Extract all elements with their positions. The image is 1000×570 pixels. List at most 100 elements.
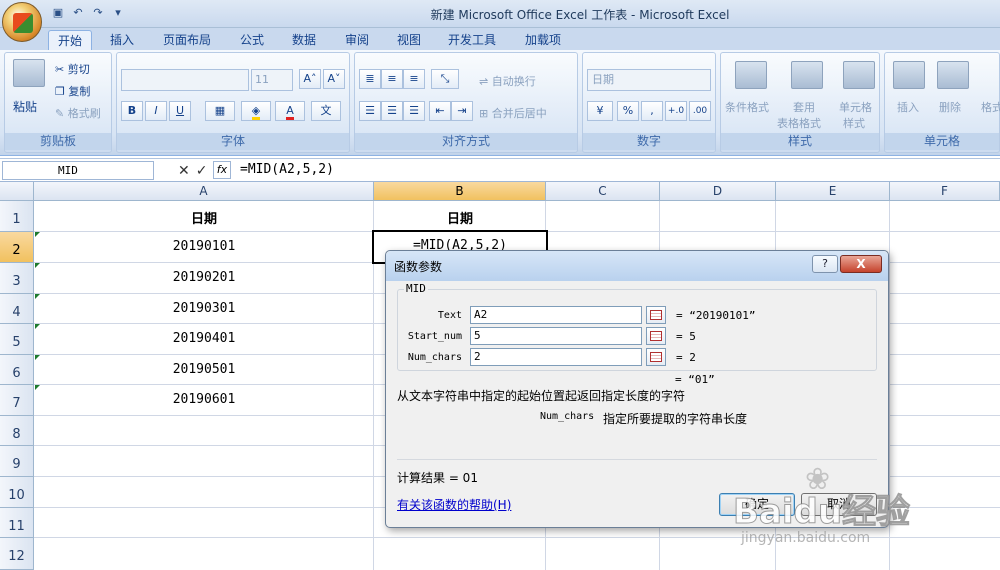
range-select-icon (650, 331, 662, 341)
tab-data[interactable]: 数据 (282, 30, 326, 50)
row-header-3[interactable]: 3 (0, 263, 34, 294)
help-link[interactable]: 有关该函数的帮助(H) (397, 496, 511, 513)
arg-input-text[interactable]: A2 (470, 306, 642, 324)
column-header-a[interactable]: A (34, 182, 374, 201)
range-select-icon (650, 352, 662, 362)
decrease-indent-button[interactable]: ⇤ (429, 101, 451, 121)
cut-button[interactable]: ✂ 剪切 (55, 61, 90, 77)
row-header-5[interactable]: 5 (0, 324, 34, 355)
cell-a4[interactable]: 20190301 (34, 301, 374, 316)
grow-font-button[interactable]: A˄ (299, 69, 321, 89)
office-button[interactable] (2, 2, 42, 42)
copy-button[interactable]: ❐ 复制 (55, 83, 90, 99)
column-header-f[interactable]: F (890, 182, 1000, 201)
increase-indent-button[interactable]: ⇥ (451, 101, 473, 121)
cell-a6[interactable]: 20190501 (34, 362, 374, 377)
wrap-text-button[interactable]: ⇌ 自动换行 (479, 73, 536, 89)
decrease-decimal-button[interactable]: .00 (689, 101, 711, 121)
percent-button[interactable]: % (617, 101, 639, 121)
insert-function-button[interactable]: fx (213, 161, 231, 179)
name-box[interactable]: MID (2, 161, 154, 180)
cell-a2[interactable]: 20190101 (34, 239, 374, 254)
increase-decimal-button[interactable]: +.0 (665, 101, 687, 121)
tab-developer[interactable]: 开发工具 (440, 30, 504, 50)
align-middle-button[interactable]: ≡ (381, 69, 403, 89)
select-all-corner[interactable] (0, 182, 34, 201)
bold-button[interactable]: B (121, 101, 143, 121)
watermark-text: Baidu经验 (732, 492, 911, 533)
column-header-c[interactable]: C (546, 182, 660, 201)
cell-a1[interactable]: 日期 (34, 208, 374, 227)
tab-page-layout[interactable]: 页面布局 (155, 30, 219, 50)
row-header-12[interactable]: 12 (0, 538, 34, 570)
cell-a5[interactable]: 20190401 (34, 331, 374, 346)
shrink-font-button[interactable]: A˅ (323, 69, 345, 89)
tab-view[interactable]: 视图 (387, 30, 431, 50)
italic-button[interactable]: I (145, 101, 167, 121)
align-left-button[interactable]: ☰ (359, 101, 381, 121)
orientation-icon: ⤡ (440, 72, 450, 85)
align-middle-icon: ≡ (387, 72, 397, 85)
align-right-button[interactable]: ☰ (403, 101, 425, 121)
cell-styles-button[interactable]: 单元格 (839, 99, 872, 115)
collapse-dialog-button[interactable] (646, 348, 666, 366)
column-header-d[interactable]: D (660, 182, 776, 201)
formula-input[interactable]: =MID(A2,5,2) (240, 159, 334, 181)
phonetic-button[interactable]: 文 (311, 101, 341, 121)
tab-insert[interactable]: 插入 (100, 30, 144, 50)
cancel-icon[interactable]: ✕ (178, 163, 190, 179)
row-header-6[interactable]: 6 (0, 355, 34, 385)
cell-a3[interactable]: 20190201 (34, 270, 374, 285)
dialog-help-button[interactable]: ? (812, 255, 838, 273)
column-header-e[interactable]: E (776, 182, 890, 201)
underline-button[interactable]: U (169, 101, 191, 121)
align-bottom-button[interactable]: ≡ (403, 69, 425, 89)
format-table-button[interactable]: 套用 (793, 99, 815, 115)
formula-bar: MID ✕ ✓ fx =MID(A2,5,2) (0, 158, 1000, 182)
row-header-10[interactable]: 10 (0, 477, 34, 508)
conditional-format-button[interactable]: 条件格式 (725, 99, 769, 115)
cell-a7[interactable]: 20190601 (34, 392, 374, 407)
tab-addins[interactable]: 加载项 (515, 30, 571, 50)
font-color-button[interactable]: A (275, 101, 305, 121)
format-cells-button[interactable]: 格式 (981, 99, 1000, 115)
align-right-icon: ☰ (409, 104, 419, 117)
row-header-8[interactable]: 8 (0, 416, 34, 446)
font-name-select[interactable] (121, 69, 249, 91)
paste-icon[interactable] (13, 59, 45, 87)
merge-center-button[interactable]: ⊞ 合并后居中 (479, 105, 547, 121)
divider (397, 459, 877, 460)
align-top-button[interactable]: ≣ (359, 69, 381, 89)
comma-button[interactable]: , (641, 101, 663, 121)
brush-icon: ✎ (55, 107, 68, 120)
arg-input-num-chars[interactable]: 2 (470, 348, 642, 366)
row-header-1[interactable]: 1 (0, 201, 34, 232)
tab-review[interactable]: 审阅 (335, 30, 379, 50)
row-header-9[interactable]: 9 (0, 446, 34, 477)
check-icon[interactable]: ✓ (196, 163, 208, 179)
row-header-2[interactable]: 2 (0, 232, 34, 263)
number-format-select[interactable]: 日期 (587, 69, 711, 91)
dialog-close-button[interactable]: X (840, 255, 882, 273)
border-button[interactable]: ▦ (205, 101, 235, 121)
collapse-dialog-button[interactable] (646, 327, 666, 345)
tab-formulas[interactable]: 公式 (230, 30, 274, 50)
function-name: MID (404, 282, 428, 295)
align-center-button[interactable]: ☰ (381, 101, 403, 121)
tab-home[interactable]: 开始 (48, 30, 92, 50)
font-size-select[interactable]: 11 (251, 69, 293, 91)
cell-b1[interactable]: 日期 (374, 208, 546, 227)
collapse-dialog-button[interactable] (646, 306, 666, 324)
delete-cells-button[interactable]: 删除 (939, 99, 961, 115)
currency-button[interactable]: ¥ (587, 101, 613, 121)
row-header-4[interactable]: 4 (0, 294, 34, 324)
orientation-button[interactable]: ⤡ (431, 69, 459, 89)
format-painter-button[interactable]: ✎ 格式刷 (55, 105, 101, 121)
fill-color-button[interactable]: ◈ (241, 101, 271, 121)
arg-input-start-num[interactable]: 5 (470, 327, 642, 345)
paste-button[interactable]: 粘贴 (13, 98, 37, 115)
row-header-11[interactable]: 11 (0, 508, 34, 538)
insert-cells-button[interactable]: 插入 (897, 99, 919, 115)
column-header-b[interactable]: B (374, 182, 546, 201)
row-header-7[interactable]: 7 (0, 385, 34, 416)
